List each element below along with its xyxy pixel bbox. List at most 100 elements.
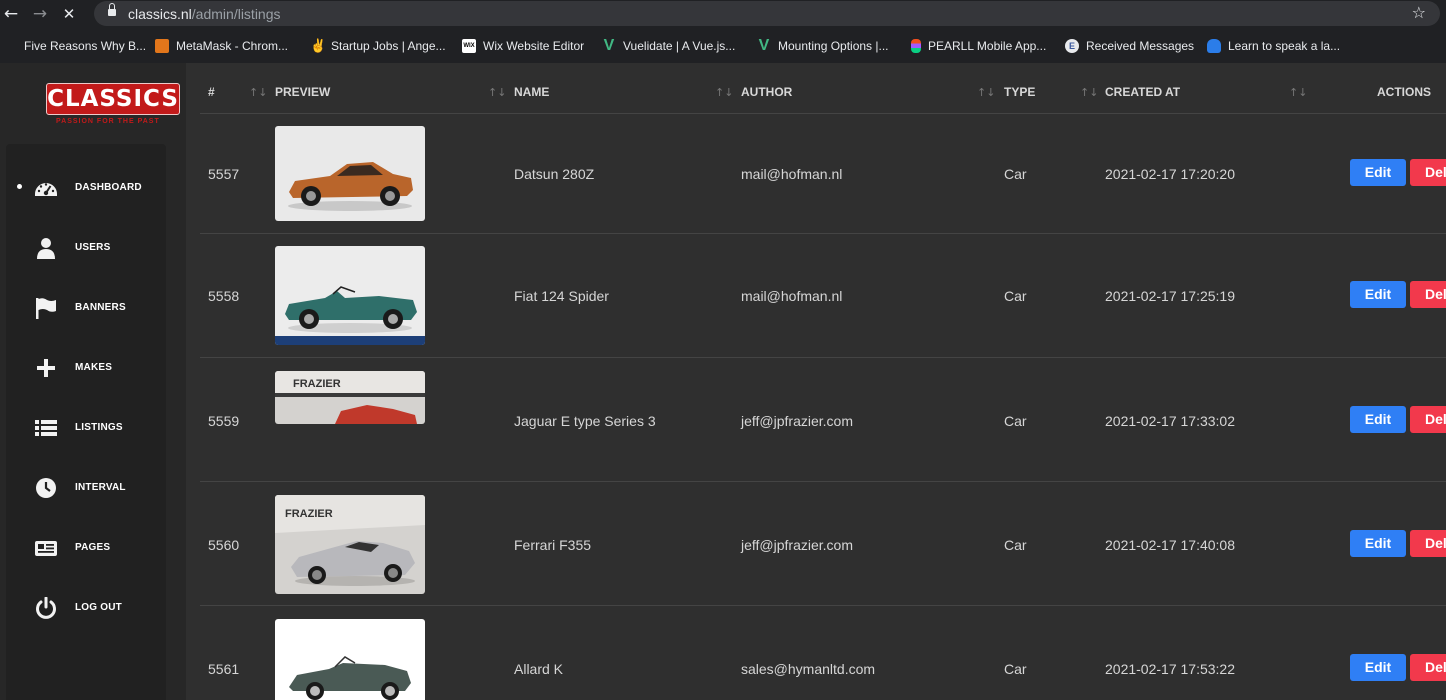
listing-author: jeff@jpfrazier.com [741,413,853,429]
listing-id: 5561 [208,661,240,677]
column-header-name[interactable]: NAME [514,85,549,99]
bookmarks-bar: Five Reasons Why B... MetaMask - Chrom..… [0,28,1446,63]
bookmark-item[interactable]: V Vuelidate | A Vue.js... [602,37,736,54]
column-header-created-at[interactable]: CREATED AT [1105,85,1180,99]
language-app-icon [1207,39,1221,53]
listing-preview-image[interactable]: FRAZIER [275,371,425,424]
table-header: # ↑↓ PREVIEW ↑↓ NAME ↑↓ AUTHOR ↑↓ TYPE ↑… [200,63,1446,114]
delete-button[interactable]: Del [1410,406,1446,433]
bookmark-star-icon[interactable]: ☆ [1412,3,1426,22]
sort-icon[interactable]: ↑↓ [488,86,506,99]
sidebar-item-makes[interactable]: MAKES [6,348,166,388]
listing-name: Allard K [514,661,564,677]
figma-icon [911,39,921,53]
bookmark-item[interactable]: PEARLL Mobile App... [911,38,1046,54]
sidebar-item-label: PAGES [75,542,111,553]
logo-text: CLASSICS [47,86,179,112]
sidebar-item-listings[interactable]: LISTINGS [6,408,166,448]
edit-button[interactable]: Edit [1350,654,1406,681]
admin-app: CLASSICS PASSION FOR THE PAST DASHBOARD [0,63,1446,700]
classics-logo[interactable]: CLASSICS PASSION FOR THE PAST [46,83,182,129]
listing-id: 5558 [208,288,240,304]
stop-loading-icon[interactable]: ✕ [58,3,80,25]
listing-name: Fiat 124 Spider [514,288,609,304]
listing-name: Ferrari F355 [514,537,592,553]
listing-type: Car [1004,413,1027,429]
sort-icon[interactable]: ↑↓ [249,86,267,99]
edit-button[interactable]: Edit [1350,530,1406,557]
metamask-icon [155,39,169,53]
forward-arrow-icon[interactable]: → [29,3,51,25]
sidebar-item-users[interactable]: USERS [6,228,166,268]
sidebar-item-interval[interactable]: INTERVAL [6,468,166,508]
sort-icon[interactable]: ↑↓ [1289,86,1307,99]
edit-button[interactable]: Edit [1350,159,1406,186]
listing-author: mail@hofman.nl [741,288,843,304]
listing-preview-image[interactable] [275,619,425,700]
table-row: 5559 FRAZIER Jaguar E type Series 3 jeff… [200,358,1446,482]
pages-icon [35,541,57,556]
plus-icon [37,359,55,377]
vue-icon: V [603,37,615,54]
listing-author: mail@hofman.nl [741,166,843,182]
listing-preview-image[interactable] [275,246,425,345]
listing-id: 5560 [208,537,240,553]
sidebar-item-dashboard[interactable]: DASHBOARD [6,168,166,208]
table-row: 5561 Allard K sales@hymanltd.com Car 202… [200,606,1446,700]
delete-button[interactable]: Del [1410,159,1446,186]
url-host: classics.nl [128,6,192,22]
car-photo: FRAZIER [275,495,425,594]
listing-preview-image[interactable] [275,126,425,221]
dashboard-icon [35,183,57,196]
sidebar-item-banners[interactable]: BANNERS [6,288,166,328]
delete-button[interactable]: Del [1410,281,1446,308]
listing-created-at: 2021-02-17 17:33:02 [1105,413,1235,429]
bookmark-item[interactable]: MetaMask - Chrom... [155,38,288,54]
power-icon [36,597,56,619]
car-photo: FRAZIER [275,371,425,424]
sidebar-item-label: USERS [75,242,111,253]
listing-type: Car [1004,661,1027,677]
bookmark-item[interactable]: Five Reasons Why B... [24,38,146,54]
bookmark-item[interactable]: Learn to speak a la... [1207,38,1340,54]
sidebar-item-label: INTERVAL [75,482,126,493]
url-text[interactable]: classics.nl/admin/listings [128,6,281,22]
sidebar-item-pages[interactable]: PAGES [6,528,166,568]
sidebar-menu: DASHBOARD USERS BANNERS MAKES LISTINGS I… [6,144,166,700]
sidebar: CLASSICS PASSION FOR THE PAST DASHBOARD [0,63,186,700]
sidebar-item-label: LISTINGS [75,422,123,433]
listing-preview-image[interactable]: FRAZIER [275,495,425,594]
user-icon [37,238,55,259]
car-photo [275,246,425,345]
table-row: 5558 Fiat 124 Spider mail@hofman.nl Car … [200,234,1446,358]
listing-created-at: 2021-02-17 17:25:19 [1105,288,1235,304]
listing-id: 5559 [208,413,240,429]
column-header-type[interactable]: TYPE [1004,85,1035,99]
listing-type: Car [1004,288,1027,304]
bookmark-item[interactable]: WIX Wix Website Editor [462,38,584,54]
sort-icon[interactable]: ↑↓ [977,86,995,99]
active-indicator [17,184,22,189]
delete-button[interactable]: Del [1410,654,1446,681]
logo-tagline: PASSION FOR THE PAST [56,118,160,125]
edit-button[interactable]: Edit [1350,281,1406,308]
bookmark-item[interactable]: E Received Messages [1065,38,1194,54]
column-header-id[interactable]: # [208,85,215,99]
flag-icon [36,298,56,319]
bookmark-item[interactable]: ✌ Startup Jobs | Ange... [310,38,446,54]
bookmark-item[interactable]: V Mounting Options |... [757,38,889,54]
listing-created-at: 2021-02-17 17:40:08 [1105,537,1235,553]
delete-button[interactable]: Del [1410,530,1446,557]
sidebar-item-logout[interactable]: LOG OUT [6,588,166,628]
messages-icon: E [1065,39,1079,53]
edit-button[interactable]: Edit [1350,406,1406,433]
address-bar[interactable]: classics.nl/admin/listings ☆ [94,1,1440,26]
listing-type: Car [1004,166,1027,182]
column-header-author[interactable]: AUTHOR [741,85,792,99]
sort-icon[interactable]: ↑↓ [715,86,733,99]
back-arrow-icon[interactable]: ← [0,3,22,25]
sort-icon[interactable]: ↑↓ [1080,86,1098,99]
car-photo [275,126,425,221]
column-header-preview[interactable]: PREVIEW [275,85,330,99]
url-path: /admin/listings [191,6,281,22]
